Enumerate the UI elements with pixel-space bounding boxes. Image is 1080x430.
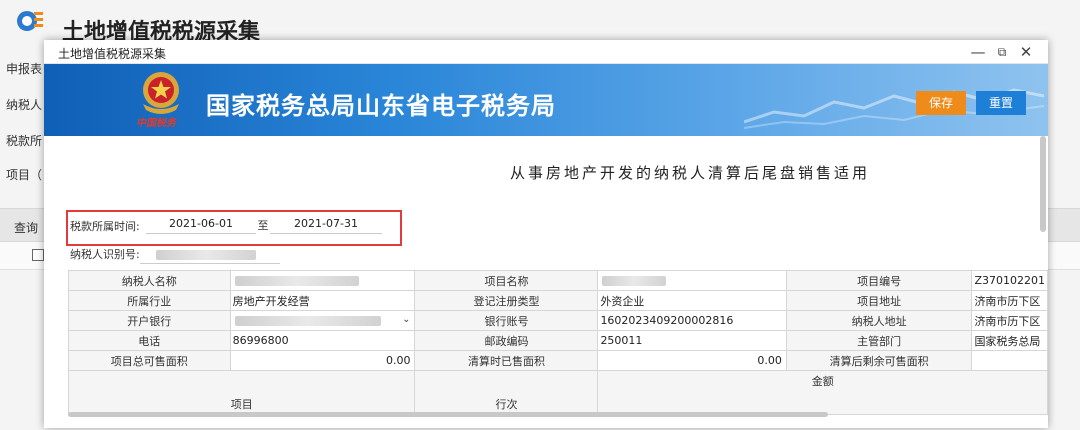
table-row: 所属行业 房地产开发经营 登记注册类型 外资企业 项目地址 济南市历下区 xyxy=(68,290,1048,311)
taxpayer-name-label: 纳税人名称 xyxy=(68,270,231,291)
project-number-label: 项目编号 xyxy=(785,270,973,291)
tax-source-modal: 土地增值税税源采集 — ⧉ ✕ 中国税务 国家税务总局山东省电子税务局 保存 重… xyxy=(44,40,1048,428)
phone-label: 电话 xyxy=(68,330,231,351)
banner-title: 国家税务总局山东省电子税务局 xyxy=(206,92,556,120)
taxpayer-id-input[interactable] xyxy=(140,246,280,264)
background-query-label: 查询 xyxy=(14,221,39,235)
horizontal-scrollbar[interactable] xyxy=(68,412,828,417)
taxpayer-name-value[interactable] xyxy=(229,270,416,291)
modal-titlebar: 土地增值税税源采集 — ⧉ ✕ xyxy=(44,40,1048,64)
item-column-header: 项目 xyxy=(67,370,416,415)
period-start-input[interactable]: 2021-06-01 xyxy=(146,214,256,234)
table-row: 电话 86996800 邮政编码 250011 主管部门 国家税务总局 xyxy=(68,330,1048,351)
background-label-period: 税款所 xyxy=(6,134,43,148)
period-end-input[interactable]: 2021-07-31 xyxy=(270,214,382,234)
period-label: 税款所属时间: xyxy=(70,220,140,233)
table-row: 开户银行 ⌄ 银行账号 1602023409200002816 纳税人地址 济南… xyxy=(68,310,1048,331)
total-saleable-area-input[interactable]: 0.00 xyxy=(229,350,416,371)
bank-label: 开户银行 xyxy=(68,310,231,331)
reset-button[interactable]: 重置 xyxy=(976,91,1026,115)
redacted-taxpayer-id xyxy=(156,250,256,260)
minimize-button[interactable]: — xyxy=(968,42,988,62)
postal-code-value[interactable]: 250011 xyxy=(597,330,787,351)
background-label-project: 项目（ xyxy=(6,168,43,182)
project-address-label: 项目地址 xyxy=(785,290,973,311)
background-label-taxpayer: 纳税人 xyxy=(6,98,43,112)
project-number-value[interactable]: Z370102201 xyxy=(971,270,1048,291)
taxpayer-id-label: 纳税人识别号: xyxy=(70,248,140,261)
taxpayer-address-value[interactable]: 济南市历下区 xyxy=(971,310,1048,331)
supervising-dept-label: 主管部门 xyxy=(785,330,973,351)
period-separator: 至 xyxy=(257,219,269,232)
table-header-row: 项目 行次 金额 xyxy=(67,370,1048,415)
registration-type-value[interactable]: 外资企业 xyxy=(597,290,787,311)
background-row-checkbox[interactable] xyxy=(32,249,44,261)
postal-code-label: 邮政编码 xyxy=(414,330,599,351)
taxpayer-address-label: 纳税人地址 xyxy=(785,310,973,331)
line-number-column-header: 行次 xyxy=(414,370,599,415)
phone-value[interactable]: 86996800 xyxy=(229,330,416,351)
app-logo-icon xyxy=(17,11,43,31)
bank-account-value[interactable]: 1602023409200002816 xyxy=(597,310,787,331)
redacted-bank-name xyxy=(234,316,381,326)
form-heading: 从事房地产开发的纳税人清算后尾盘销售适用 xyxy=(510,164,871,182)
industry-value[interactable]: 房地产开发经营 xyxy=(229,290,416,311)
redacted-taxpayer-name xyxy=(234,276,359,286)
table-row: 项目总可售面积 0.00 清算时已售面积 0.00 清算后剩余可售面积 xyxy=(68,350,1048,371)
maximize-button[interactable]: ⧉ xyxy=(992,42,1012,62)
supervising-dept-value[interactable]: 国家税务总局 xyxy=(971,330,1048,351)
sold-area-input[interactable]: 0.00 xyxy=(597,350,787,371)
tax-bureau-banner: 中国税务 国家税务总局山东省电子税务局 xyxy=(44,64,1048,136)
save-button[interactable]: 保存 xyxy=(916,91,966,115)
vertical-scrollbar[interactable] xyxy=(1040,136,1046,232)
redacted-project-name xyxy=(602,276,667,286)
industry-label: 所属行业 xyxy=(68,290,231,311)
bank-account-label: 银行账号 xyxy=(414,310,599,331)
project-name-label: 项目名称 xyxy=(414,270,599,291)
project-address-value[interactable]: 济南市历下区 xyxy=(971,290,1048,311)
sold-area-label: 清算时已售面积 xyxy=(414,350,599,371)
background-label-report: 申报表 xyxy=(6,62,43,76)
close-button[interactable]: ✕ xyxy=(1016,42,1036,62)
total-saleable-area-label: 项目总可售面积 xyxy=(68,350,231,371)
tax-source-table: 纳税人名称 项目名称 项目编号 Z370102201 所属行业 房地产开发经营 … xyxy=(67,270,1048,415)
project-name-value[interactable] xyxy=(597,270,787,291)
registration-type-label: 登记注册类型 xyxy=(414,290,599,311)
remaining-area-input[interactable] xyxy=(971,350,1048,371)
emblem-caption: 中国税务 xyxy=(136,118,176,129)
amount-column-header: 金额 xyxy=(597,370,1048,415)
remaining-area-label: 清算后剩余可售面积 xyxy=(785,350,973,371)
chevron-down-icon[interactable]: ⌄ xyxy=(402,314,410,325)
modal-title: 土地增值税税源采集 xyxy=(58,47,167,61)
bank-select[interactable]: ⌄ xyxy=(229,310,416,331)
table-row: 纳税人名称 项目名称 项目编号 Z370102201 xyxy=(68,270,1048,291)
